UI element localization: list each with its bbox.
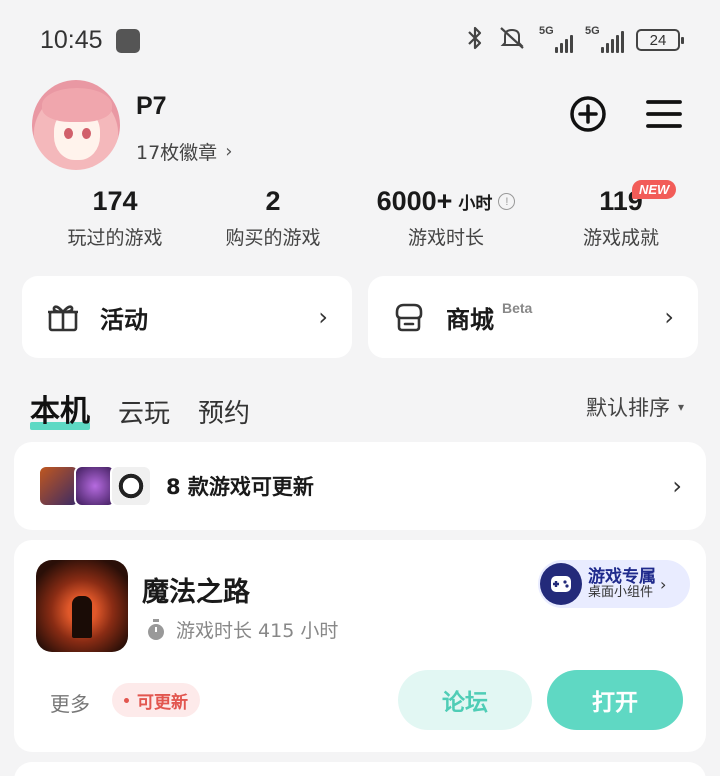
sort-dropdown[interactable]: 默认排序 ▾ [586,392,684,422]
update-thumbnails [38,465,152,507]
notification-icon [116,29,140,53]
game-card: 魔法之路 游戏时长 415 小时 游戏专属 桌面小组件 › 更多 可更新 论坛 … [14,540,706,752]
sort-label: 默认排序 [585,396,670,420]
stat-played-games[interactable]: 174 玩过的游戏 [40,186,190,250]
new-badge: NEW [632,180,677,199]
game-title: 魔法之路 [142,577,250,608]
chevron-right-icon: › [664,303,674,331]
widget-title: 游戏专属 [588,566,656,587]
plus-circle-icon [570,96,606,132]
stat-playtime[interactable]: 6000+ 小时 ! 游戏时长 [362,186,530,250]
chevron-right-icon: › [318,303,328,331]
stats-row: 174 玩过的游戏 2 购买的游戏 6000+ 小时 ! 游戏时长 119 游戏… [0,186,720,256]
chevron-right-icon: › [225,141,233,162]
stat-value: 174 [92,186,138,216]
chevron-right-icon: › [660,574,667,594]
dot-icon [124,697,129,703]
store-card[interactable]: 商城 Beta › [368,276,698,358]
stat-label: 购买的游戏 [225,227,321,249]
library-tabs: 本机 云玩 预约 [30,386,250,434]
stat-value: 6000+ [376,186,453,216]
game-thumb [110,465,152,507]
stopwatch-icon [148,618,164,640]
more-button[interactable]: 更多 [50,688,90,717]
avatar[interactable] [32,80,120,170]
menu-button[interactable] [644,94,684,134]
status-icons: 5G 5G 24 [465,24,684,56]
activity-card[interactable]: 活动 › [22,276,352,358]
status-bar: 10:45 5G 5G 24 [0,0,720,80]
beta-tag: Beta [502,300,533,316]
game-playtime: 游戏时长 415 小时 [146,616,338,643]
store-icon [395,303,423,332]
caret-down-icon: ▾ [677,400,684,414]
bluetooth-icon [465,25,485,56]
activity-label: 活动 [100,305,148,334]
updates-text: 8 款游戏可更新 [166,475,314,499]
stat-unit: 小时 [458,194,493,213]
chevron-right-icon: › [672,472,682,500]
update-tag-label: 可更新 [137,692,188,713]
info-icon[interactable]: ! [498,193,516,210]
playtime-text: 游戏时长 415 小时 [176,620,339,642]
forum-button[interactable]: 论坛 [398,670,532,730]
mute-icon [497,25,527,56]
hamburger-icon [646,100,682,128]
next-game-card [14,762,706,776]
game-icon[interactable] [36,560,128,652]
clock: 10:45 [40,26,103,54]
add-button[interactable] [568,94,608,134]
stat-label: 游戏成就 [582,227,659,249]
badges-link[interactable]: 17枚徽章 › [136,138,232,165]
gift-icon [48,305,78,332]
stat-label: 游戏时长 [407,227,484,249]
open-button[interactable]: 打开 [547,670,683,730]
update-available-badge: 可更新 [112,683,200,717]
badges-count: 17枚徽章 [136,142,218,164]
stat-value: 2 [265,186,281,216]
username: P7 [136,92,167,120]
tab-reserve[interactable]: 预约 [198,393,250,434]
signal-icon: 5G [539,25,573,53]
battery-level: 24 [649,31,667,49]
tab-cloud[interactable]: 云玩 [118,393,170,434]
gamepad-icon [540,563,582,605]
battery-icon: 24 [636,29,684,51]
signal-icon-2: 5G [585,25,624,53]
stat-label: 玩过的游戏 [67,227,163,249]
stat-purchased-games[interactable]: 2 购买的游戏 [198,186,348,250]
store-label: 商城 [446,305,494,334]
desktop-widget-button[interactable]: 游戏专属 桌面小组件 › [538,560,690,608]
updates-card[interactable]: 8 款游戏可更新 › [14,442,706,530]
widget-subtitle: 桌面小组件 [588,585,654,601]
tab-local[interactable]: 本机 [30,386,90,434]
